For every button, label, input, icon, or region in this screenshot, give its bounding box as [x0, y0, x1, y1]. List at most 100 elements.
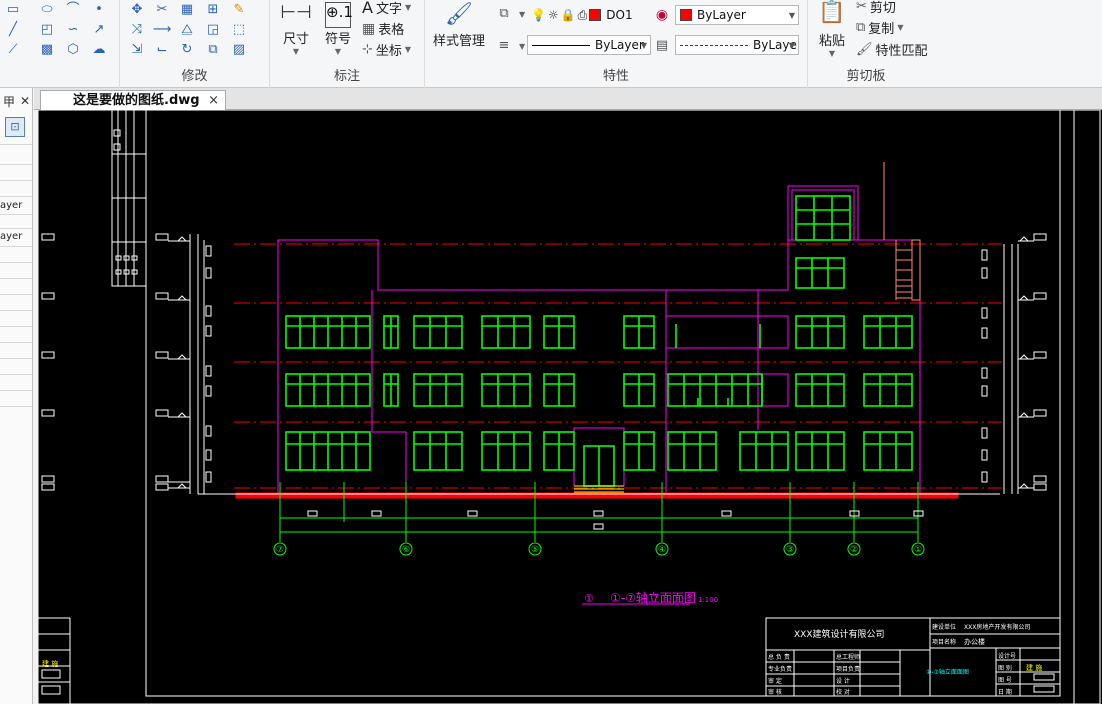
- annotate-group: ⊢⊣ 尺寸 ▼ ⊕.1 符号 ▼ A 文字 ▼ ▦ 表格 ⊹ 坐标 ▼ 标注: [270, 0, 425, 88]
- symbol-button[interactable]: ⊕.1 符号 ▼: [320, 2, 356, 56]
- table-icon: ▦: [362, 20, 376, 37]
- chamfer-icon[interactable]: ⌙: [153, 40, 171, 58]
- style-manager-button[interactable]: 🖌 样式管理: [431, 2, 487, 49]
- paste-label: 粘贴: [818, 34, 845, 49]
- erase-icon[interactable]: ⬚: [230, 20, 248, 38]
- construction-line-icon[interactable]: ⟋: [4, 40, 22, 58]
- style-manager-label: 样式管理: [432, 34, 485, 49]
- hatch-icon[interactable]: ▩: [38, 40, 56, 58]
- drawing-canvas[interactable]: ⑦ ⑥ ⑤ ④ ③ ② ① ①-⑦轴立面面图 ① 1:100 XXX建筑设计有限…: [38, 110, 1102, 704]
- mirror-icon[interactable]: ⧋: [178, 20, 196, 38]
- layer-combo[interactable]: 💡 ☼ 🔒 ⎙ DO1 ▼: [527, 5, 667, 25]
- palette-close-icon[interactable]: ✕: [20, 94, 30, 108]
- paste-icon: 📋: [818, 0, 846, 25]
- lineweight-icon[interactable]: ▤: [653, 36, 671, 54]
- rectangle-icon[interactable]: ▭: [4, 0, 22, 18]
- draw-group: ▭ ⬭ ⌒ ╱ ◰ ∽ ⟋ ▩ ⬡ • ↗ ☁: [0, 0, 120, 88]
- drawing-name-cell: ①-⑦轴立面面图: [926, 668, 969, 676]
- right-label-1: 设计号: [998, 652, 1016, 660]
- palette-header: 甲 ✕: [0, 88, 32, 114]
- cut-button[interactable]: ✂ 剪切: [856, 0, 896, 16]
- axis-label-7: ⑦: [276, 545, 284, 555]
- sign-row2-2: 项目负责: [836, 665, 860, 673]
- text-label: 文字: [375, 2, 402, 17]
- drawing-svg: ⑦ ⑥ ⑤ ④ ③ ② ① ①-⑦轴立面面图 ① 1:100 XXX建筑设计有限…: [38, 110, 1101, 704]
- join-icon[interactable]: ⧉: [204, 40, 222, 58]
- dimension-icon: ⊢⊣: [280, 2, 312, 23]
- text-button[interactable]: A 文字 ▼: [362, 0, 411, 17]
- trim-icon[interactable]: ✂: [153, 0, 171, 18]
- rotate-copy-icon[interactable]: ⤨: [128, 20, 146, 38]
- line-icon[interactable]: ╱: [4, 20, 22, 38]
- tab-close-icon[interactable]: ×: [208, 91, 219, 111]
- sign-row-1: 总 负 责: [768, 653, 790, 661]
- palette-row-linetype: ayer: [0, 231, 23, 242]
- copy-button[interactable]: ⧉ 复制 ▼: [856, 18, 903, 37]
- lock-icon: 🔒: [560, 8, 576, 22]
- modify-group: ✥ ✂ ▦ ⊞ ✎ ⤨ ⟶ ⧋ ◲ ⬚ ⇲ ⌙ ↻ ⧉ ▨ 修改: [120, 0, 270, 88]
- color-combo[interactable]: ByLayer ▼: [675, 5, 799, 25]
- boundary-icon[interactable]: ⬡: [64, 40, 82, 58]
- lineweight-combo[interactable]: ByLaye ▼: [675, 35, 799, 55]
- point-icon[interactable]: •: [90, 0, 108, 18]
- cut-label: 剪切: [869, 1, 896, 16]
- symbol-icon: ⊕.1: [325, 2, 353, 28]
- properties-palette: 甲 ✕ ⊡ ayer ayer: [0, 88, 33, 704]
- properties-group: 🖌 样式管理 ⧉ ▼ ≡ ▼ 💡 ☼ 🔒 ⎙ DO1 ▼ ◉ ByLayer ▼…: [425, 0, 808, 88]
- rotate-icon[interactable]: ↻: [178, 40, 196, 58]
- right-value-2: 建 施: [1026, 663, 1042, 672]
- coordinate-button[interactable]: ⊹ 坐标 ▼: [362, 40, 411, 59]
- dimension-button[interactable]: ⊢⊣ 尺寸 ▼: [278, 2, 314, 56]
- axis-label-2: ②: [850, 545, 858, 555]
- move-icon[interactable]: ✥: [128, 0, 146, 18]
- polyline-icon[interactable]: ⌒: [64, 0, 82, 18]
- ribbon: ▭ ⬭ ⌒ ╱ ◰ ∽ ⟋ ▩ ⬡ • ↗ ☁ ✥ ✂ ▦ ⊞ ✎ ⤨ ⟶ ⧋ …: [0, 0, 1102, 88]
- offset-icon[interactable]: ⊞: [204, 0, 222, 18]
- palette-row-layer: ayer: [0, 200, 23, 211]
- match-properties-label: 特性匹配: [875, 44, 928, 59]
- revcloud-icon[interactable]: ☁: [90, 40, 108, 58]
- style-manager-icon: 🖌: [445, 2, 473, 27]
- layer-props-icon[interactable]: ≡: [495, 36, 513, 54]
- project-label: 项目名称: [932, 638, 956, 646]
- extend-icon[interactable]: ⟶: [153, 20, 172, 38]
- modify-group-label: 修改: [181, 69, 208, 84]
- layer-manager-dropdown-icon[interactable]: ▼: [519, 10, 525, 19]
- paste-button[interactable]: 📋 粘贴 ▼: [814, 0, 850, 58]
- left-stamp: 建 施: [42, 659, 58, 668]
- match-properties-button[interactable]: 🖌 特性匹配: [856, 40, 928, 59]
- quick-select-icon[interactable]: ⊡: [5, 117, 25, 137]
- document-tab[interactable]: 这是要做的图纸.dwg ×: [40, 90, 226, 111]
- region-icon[interactable]: ◰: [38, 20, 56, 38]
- drawing-scale: 1:100: [698, 596, 718, 604]
- explode-icon[interactable]: ▨: [230, 40, 248, 58]
- table-label: 表格: [378, 23, 405, 38]
- match-properties-icon: 🖌: [856, 42, 873, 57]
- arrow-icon[interactable]: ↗: [90, 20, 108, 38]
- annotate-group-label: 标注: [333, 69, 360, 84]
- document-tab-bar: 这是要做的图纸.dwg ×: [34, 88, 1102, 111]
- client-label: 建设单位: [932, 623, 956, 631]
- table-button[interactable]: ▦ 表格: [362, 19, 405, 39]
- printer-icon: ⎙: [577, 7, 588, 22]
- linetype-combo[interactable]: ByLayer ▼: [527, 35, 651, 55]
- layer-manager-icon[interactable]: ⧉: [495, 4, 513, 22]
- color-value: ByLayer: [697, 8, 746, 22]
- sign-row2-1: 总工程师: [836, 653, 860, 661]
- drawing-title: ①-⑦轴立面面图: [610, 590, 696, 605]
- axis-label-4: ④: [658, 545, 666, 555]
- fillet-icon[interactable]: ✎: [230, 0, 248, 18]
- color-swatch: [680, 9, 692, 21]
- right-level-markers: [981, 233, 1047, 494]
- layer-props-dropdown-icon[interactable]: ▼: [519, 42, 525, 51]
- scale-icon[interactable]: ◲: [204, 20, 222, 38]
- symbol-label: 符号: [324, 32, 351, 47]
- spline-icon[interactable]: ∽: [64, 20, 82, 38]
- coordinate-label: 坐标: [375, 44, 402, 59]
- ellipse-icon[interactable]: ⬭: [38, 0, 56, 18]
- color-wheel-icon[interactable]: ◉: [653, 6, 671, 24]
- stretch-icon[interactable]: ⇲: [128, 40, 146, 58]
- level-lines: [234, 243, 1002, 489]
- array-icon[interactable]: ▦: [178, 0, 196, 18]
- axis-labels: ⑦ ⑥ ⑤ ④ ③ ② ①: [276, 545, 922, 555]
